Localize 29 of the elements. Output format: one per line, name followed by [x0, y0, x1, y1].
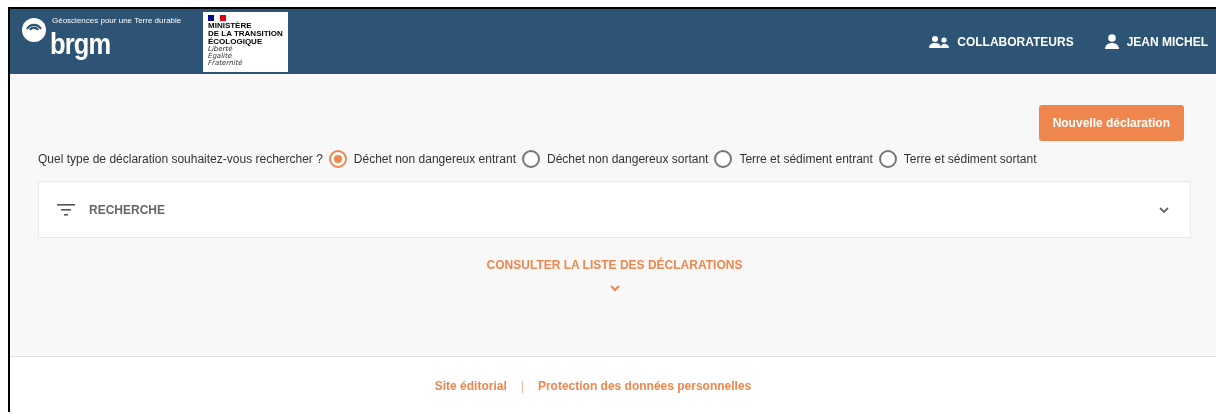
footer-link[interactable]: Protection des données personnelles [537, 379, 752, 393]
nav-link[interactable]: COLLABORATEURS [928, 34, 1074, 49]
radio-button[interactable] [328, 150, 347, 168]
new-declaration-button[interactable]: Nouvelle déclaration [1038, 105, 1184, 141]
filter-icon [57, 203, 75, 216]
chevron-icon[interactable] [608, 284, 621, 292]
radio-label: Terre et sédiment sortant [903, 152, 1037, 166]
logo-text: brgm [50, 26, 111, 61]
nav-link[interactable]: JEAN MICHEL [1103, 34, 1208, 49]
radio-button[interactable] [714, 150, 733, 168]
footer-separator: | [520, 379, 524, 393]
radio-label: Déchet non dangereux sortant [546, 152, 709, 166]
ministry-name: DE LA TRANSITION [208, 29, 283, 38]
logo-tagline: Géosciences pour une Terre durable [52, 15, 182, 25]
ministry-name: MINISTÈRE [208, 21, 252, 30]
panel-title: RECHERCHE [89, 202, 166, 217]
radio-button[interactable] [521, 150, 540, 168]
ministry-name: ÉCOLOGIQUE [208, 37, 263, 46]
person-icon [1103, 34, 1120, 49]
people-icon [928, 34, 951, 49]
flag-icon [208, 14, 226, 21]
radio-label: Terre et sédiment entrant [739, 152, 873, 166]
footer-link[interactable]: Site éditorial [434, 379, 507, 393]
logo-icon [22, 17, 46, 42]
radio-label: Déchet non dangereux entrant [353, 152, 516, 166]
question-label: Quel type de déclaration souhaitez-vous rechercher ? [38, 152, 323, 166]
search-panel[interactable]: RECHERCHE [38, 181, 1191, 238]
radio-button[interactable] [878, 150, 897, 168]
declarations-list-link[interactable]: CONSULTER LA LISTE DES DÉCLARATIONS [486, 258, 743, 272]
